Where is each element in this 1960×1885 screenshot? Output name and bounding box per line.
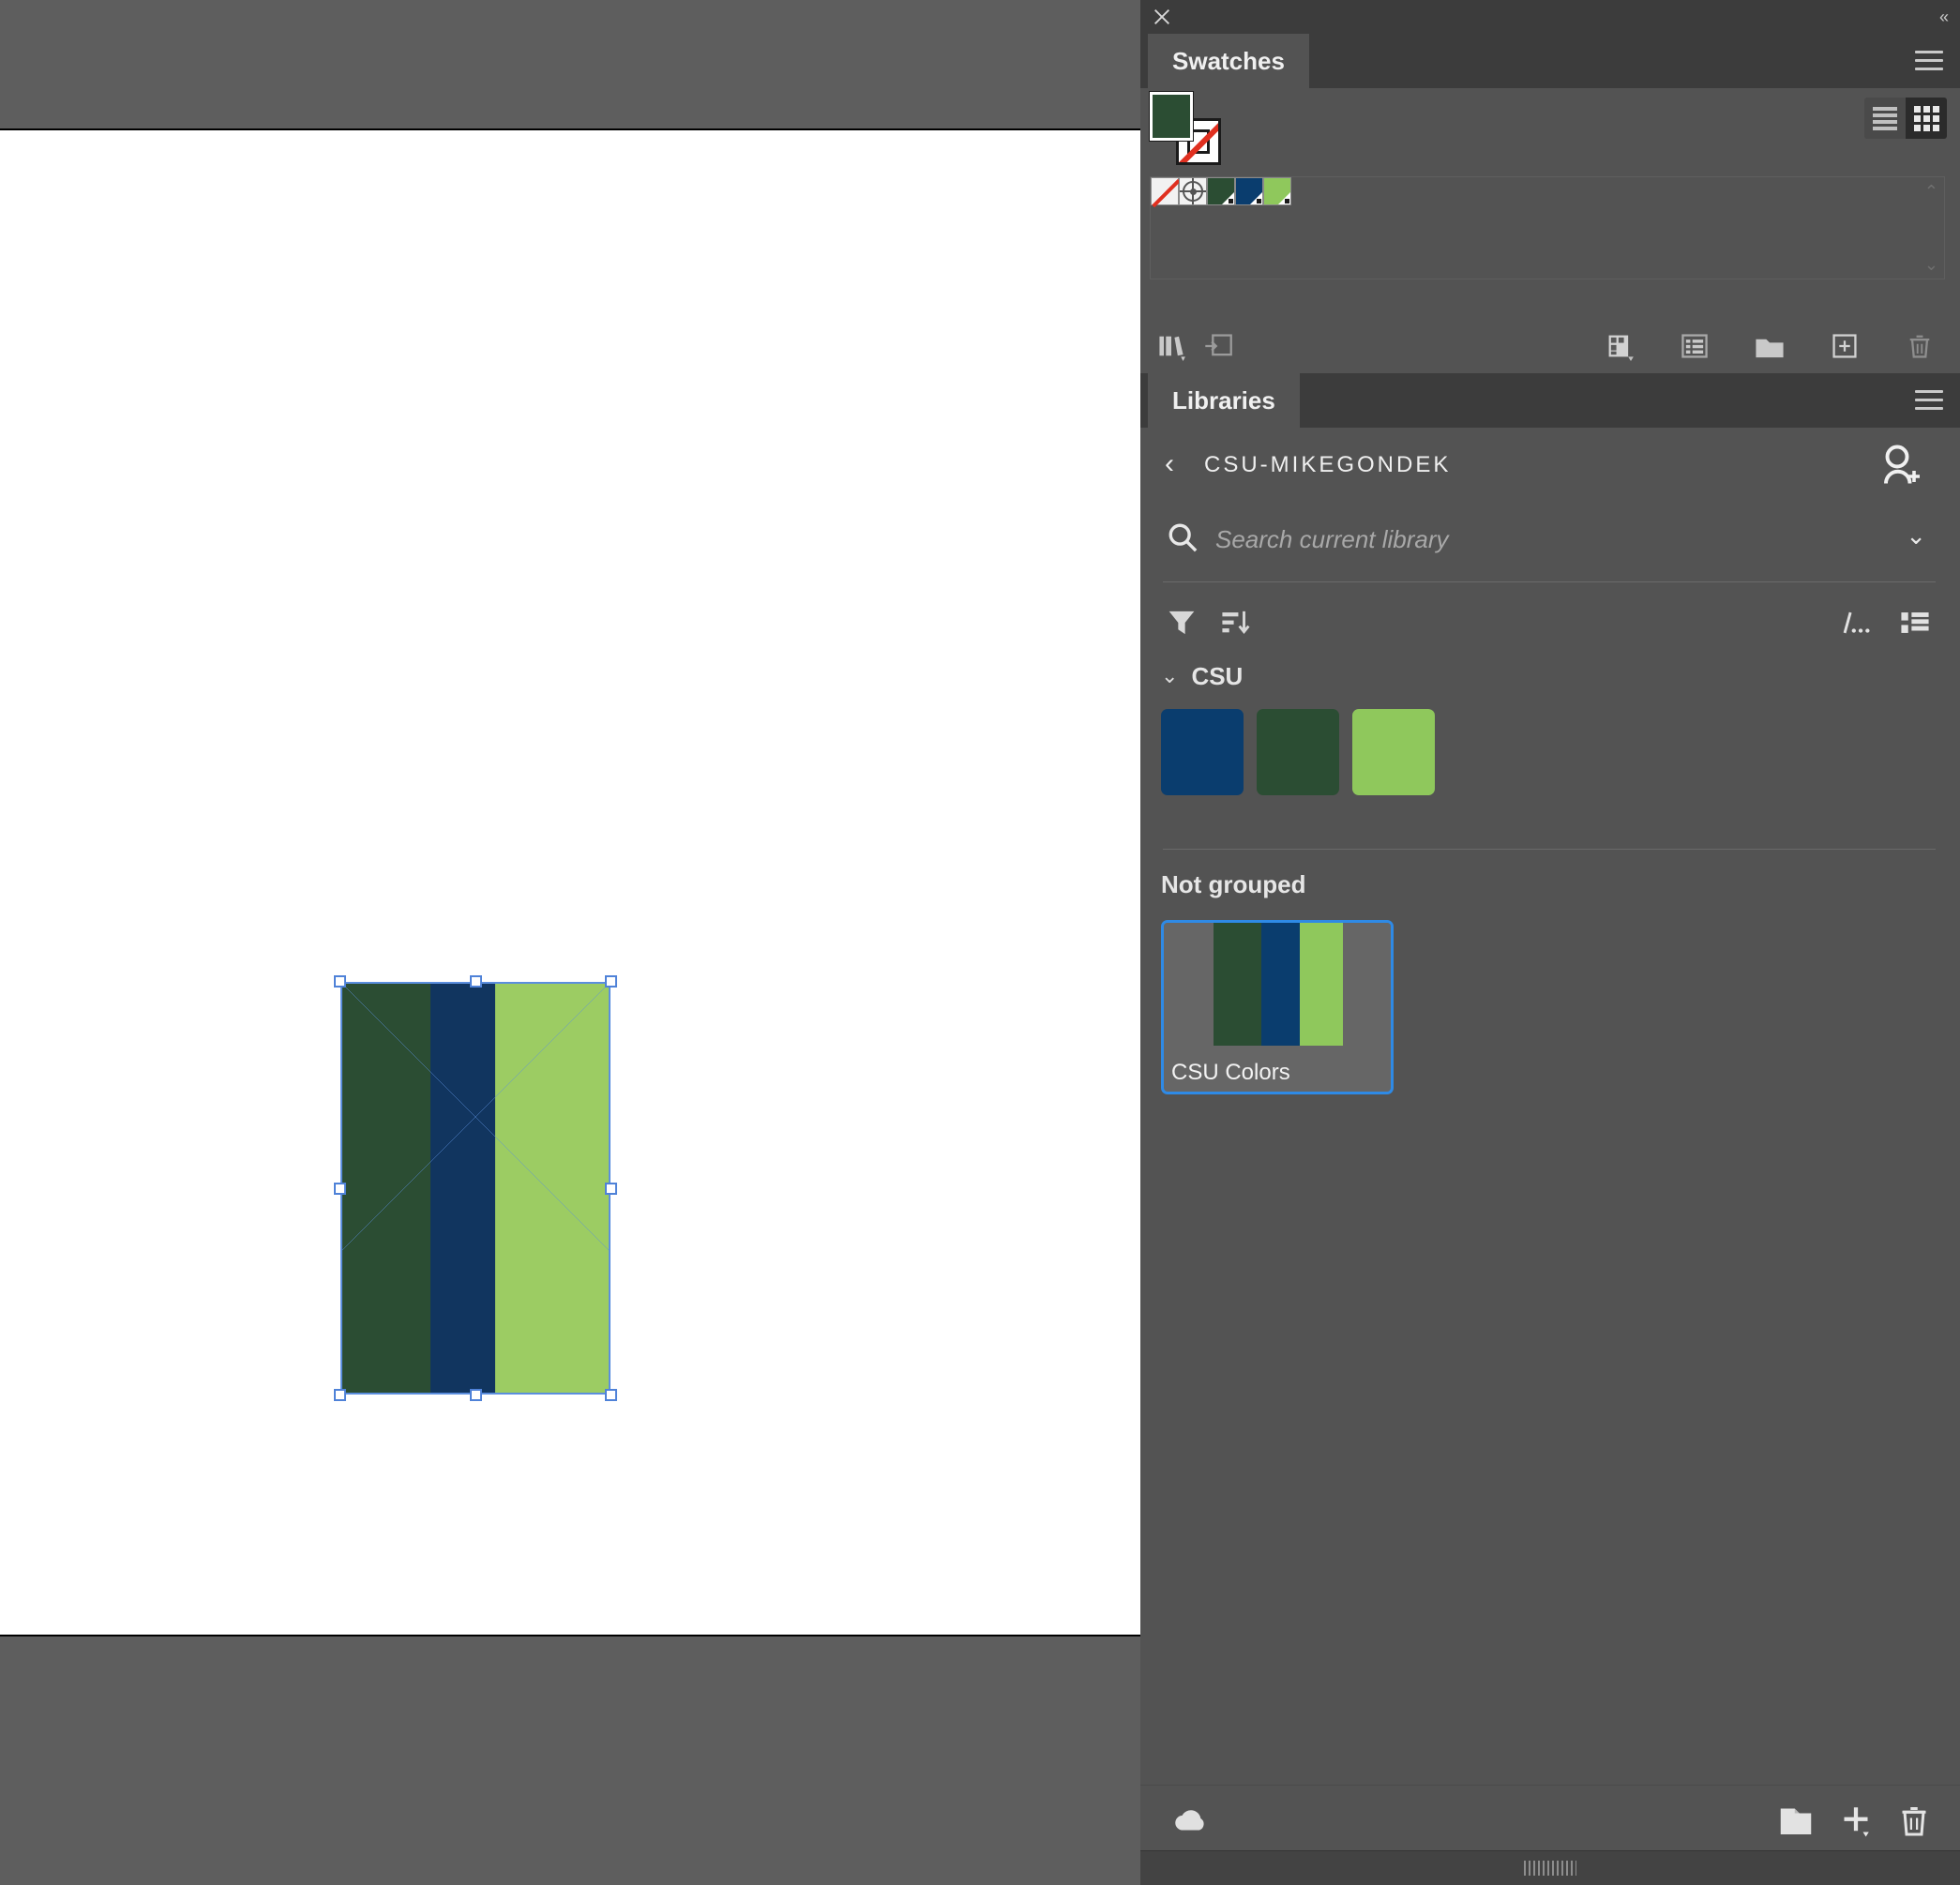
swatches-panel-menu-icon[interactable] [1915, 51, 1943, 71]
search-input[interactable] [1214, 520, 1817, 559]
swatch-scroll-up-icon[interactable]: ⌃ [1924, 183, 1938, 200]
show-swatch-kinds-menu-icon[interactable] [1602, 328, 1637, 364]
right-panel-dock: « Swatches ⌃ ⌄ Libraries ‹ CSU-MIKEGONDE… [1140, 0, 1960, 1885]
library-group-csu: ⌄ CSU [1140, 655, 1960, 850]
invite-collaborator-icon[interactable] [1877, 443, 1922, 488]
artboard[interactable] [0, 128, 1140, 1636]
library-asset-card[interactable]: CSU Colors [1161, 920, 1394, 1094]
delete-swatch-icon[interactable] [1902, 328, 1937, 364]
view-details-icon[interactable] [1834, 602, 1876, 643]
breadcrumb: ‹ CSU-MIKEGONDEK [1140, 428, 1960, 501]
swatch-row [1151, 177, 1291, 208]
libraries-panel-menu-icon[interactable] [1915, 390, 1943, 411]
new-swatch-icon[interactable] [1827, 328, 1862, 364]
selection-handle-bottom-left[interactable] [334, 1389, 346, 1401]
libraries-panel: Libraries ‹ CSU-MIKEGONDEK Search curren… [1140, 373, 1960, 1885]
swatch-options-icon[interactable] [1677, 328, 1712, 364]
grid-view-icon [1913, 105, 1939, 131]
libraries-bottom-toolbar [1140, 1785, 1960, 1851]
swatch-csu-blue[interactable] [1235, 177, 1263, 205]
new-color-group-icon[interactable] [1752, 328, 1787, 364]
library-swatch-csu-lime[interactable] [1352, 709, 1435, 795]
swatch-libraries-menu-icon[interactable] [1153, 328, 1189, 364]
selection-handle-top-center[interactable] [470, 975, 482, 988]
group-title: CSU [1191, 661, 1244, 690]
swatches-grid-view-button[interactable] [1906, 98, 1947, 139]
selection-handle-bottom-right[interactable] [605, 1389, 617, 1401]
document-canvas[interactable] [0, 0, 1140, 1885]
chevron-down-icon: ⌄ [1161, 664, 1179, 687]
library-swatch-csu-dark-green[interactable] [1257, 709, 1339, 795]
resize-grip[interactable] [1524, 1861, 1576, 1876]
illustrator-window: « Swatches ⌃ ⌄ Libraries ‹ CSU-MIKEGONDE… [0, 0, 1960, 1885]
swatch-grid[interactable]: ⌃ ⌄ [1150, 176, 1945, 279]
add-selected-to-library-icon[interactable] [1200, 328, 1236, 364]
swatches-panel: Swatches ⌃ ⌄ [1140, 34, 1960, 373]
fill-swatch[interactable] [1150, 92, 1193, 141]
asset-thumbnail [1164, 923, 1391, 1046]
libraries-tabstrip: Libraries [1140, 373, 1960, 428]
swatch-scroll-down-icon[interactable]: ⌄ [1924, 256, 1938, 273]
library-swatch-csu-blue[interactable] [1161, 709, 1244, 795]
group-title-not-grouped: Not grouped [1161, 870, 1306, 898]
add-content-icon[interactable] [1834, 1799, 1877, 1842]
swatch-csu-dark-green[interactable] [1207, 177, 1235, 205]
selection-bounding-box [340, 982, 611, 1395]
swatches-tabstrip: Swatches [1140, 34, 1960, 88]
filter-icon[interactable] [1161, 602, 1202, 643]
chevron-down-icon[interactable]: ⌄ [1906, 523, 1926, 548]
panel-resize-statusbar[interactable] [1140, 1850, 1960, 1885]
selection-handle-middle-right[interactable] [605, 1183, 617, 1195]
fill-stroke-proxy [1150, 92, 1225, 167]
swatches-list-view-button[interactable] [1864, 98, 1906, 139]
panel-dock-titlebar: « [1140, 0, 1960, 34]
collapse-panels-icon[interactable]: « [1939, 8, 1949, 27]
group-header-csu[interactable]: ⌄ CSU [1140, 655, 1960, 698]
delete-icon[interactable] [1892, 1799, 1936, 1842]
close-icon[interactable] [1152, 7, 1172, 27]
swatch-csu-lime[interactable] [1263, 177, 1291, 205]
search-icon [1168, 523, 1198, 552]
tab-swatches[interactable]: Swatches [1148, 34, 1309, 88]
selection-handle-top-right[interactable] [605, 975, 617, 988]
tab-libraries[interactable]: Libraries [1148, 373, 1300, 428]
search-bar[interactable]: ⌄ [1140, 501, 1960, 578]
cloud-sync-icon[interactable] [1168, 1799, 1212, 1842]
library-tools-row [1140, 587, 1960, 655]
swatches-view-toggle [1864, 98, 1947, 139]
sort-icon[interactable] [1215, 602, 1257, 643]
selection-handle-middle-left[interactable] [334, 1183, 346, 1195]
library-color-swatches [1140, 698, 1960, 795]
back-chevron-icon[interactable]: ‹ [1165, 450, 1174, 478]
new-group-icon[interactable] [1774, 1799, 1817, 1842]
asset-label: CSU Colors [1171, 1060, 1290, 1085]
swatch-registration[interactable] [1179, 177, 1207, 205]
library-group-ungrouped: Not grouped CSU Colors [1140, 870, 1960, 1094]
group-divider [1163, 849, 1936, 850]
selection-handle-top-left[interactable] [334, 975, 346, 988]
swatch-none[interactable] [1151, 177, 1181, 208]
placed-image-object[interactable] [334, 975, 617, 1401]
list-view-icon[interactable] [1894, 602, 1936, 643]
search-divider [1163, 581, 1936, 582]
library-name-label[interactable]: CSU-MIKEGONDEK [1204, 452, 1451, 478]
selection-handle-bottom-center[interactable] [470, 1389, 482, 1401]
swatches-bottom-toolbar [1140, 317, 1960, 373]
list-view-icon [1873, 104, 1897, 133]
